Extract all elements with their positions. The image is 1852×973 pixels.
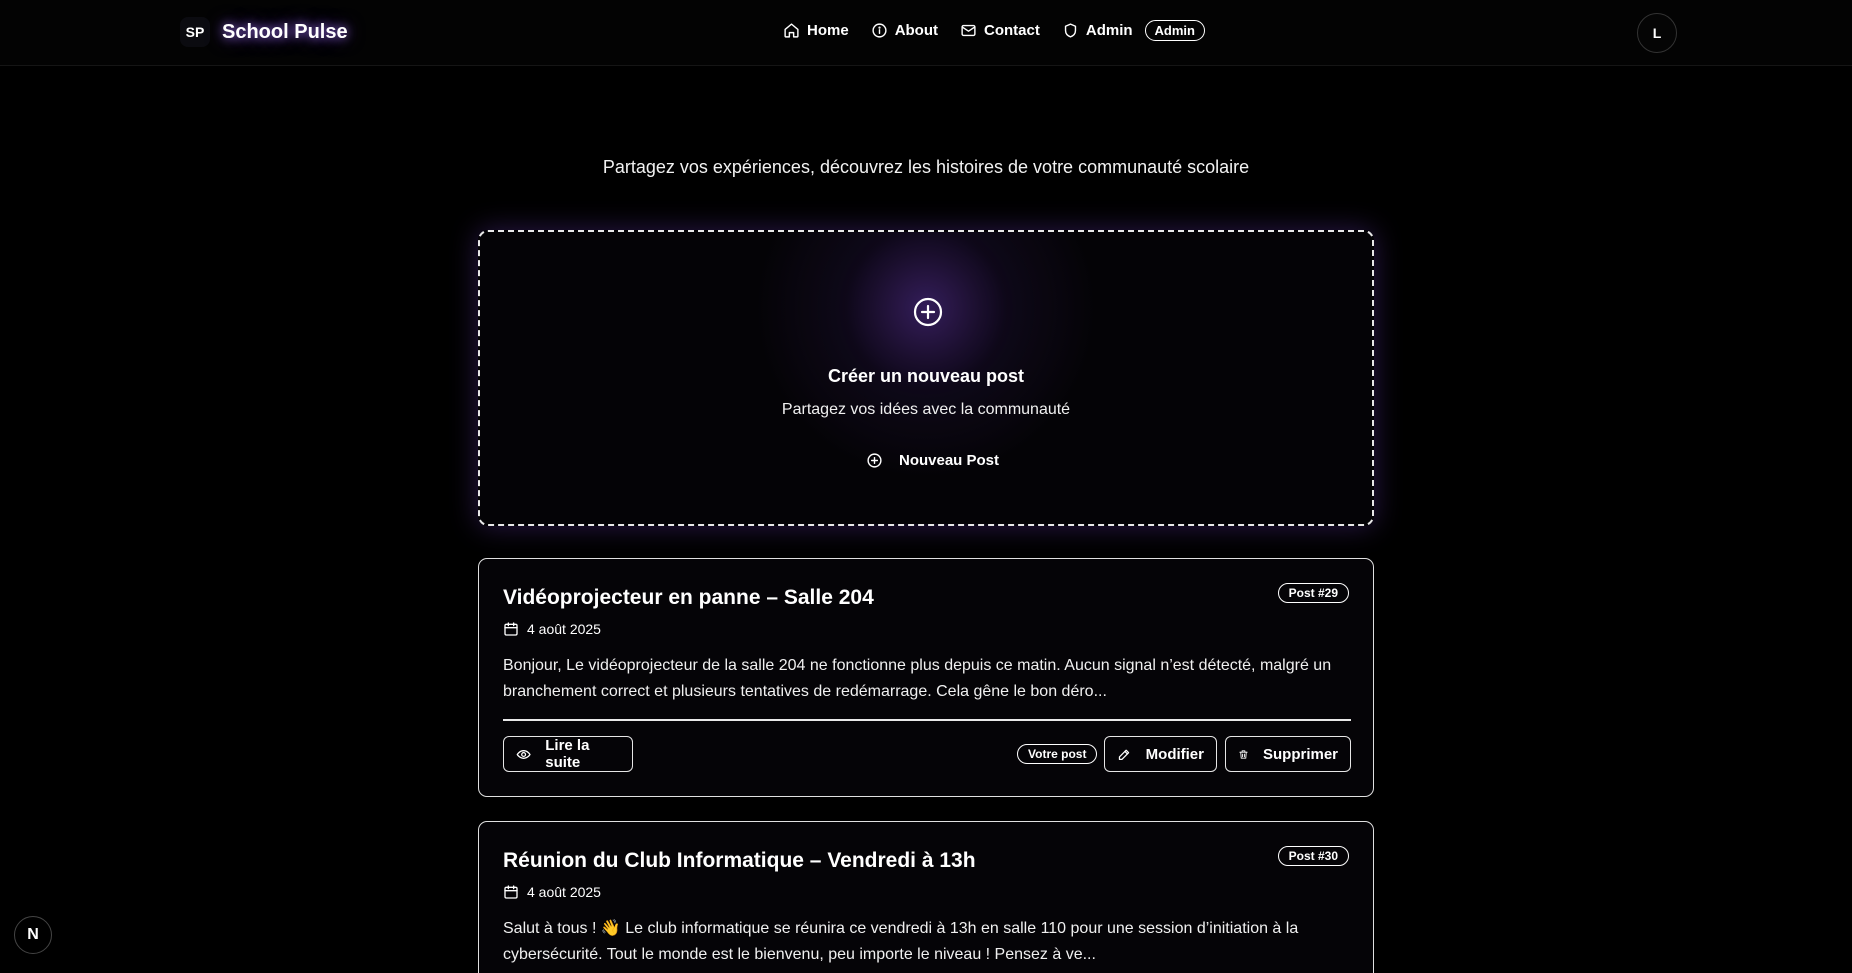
post-date: 4 août 2025: [503, 884, 601, 900]
read-more-label: Lire la suite: [545, 737, 590, 771]
post-card: Vidéoprojecteur en panne – Salle 204 Pos…: [478, 558, 1374, 797]
user-avatar[interactable]: L: [1637, 13, 1677, 53]
post-id-badge: Post #30: [1277, 846, 1349, 866]
nav-home[interactable]: Home: [783, 22, 849, 39]
info-icon: [872, 23, 887, 38]
calendar-icon: [504, 622, 518, 636]
nav-contact[interactable]: Contact: [960, 22, 1040, 39]
main-nav: Home About Contact Admin Admin: [783, 20, 1205, 41]
create-post-subtitle: Partagez vos idées avec la communauté: [781, 401, 1071, 418]
post-date-text: 4 août 2025: [527, 621, 601, 637]
post-excerpt: Bonjour, Le vidéoprojecteur de la salle …: [503, 657, 1332, 700]
top-navigation-bar: SP School Pulse Home About Contact Admin…: [0, 0, 1852, 66]
admin-role-badge: Admin: [1144, 20, 1205, 41]
post-date-text: 4 août 2025: [527, 884, 601, 900]
post-excerpt: Salut à tous ! 👋 Le club informatique se…: [503, 920, 1299, 963]
shield-icon: [1064, 23, 1077, 38]
page-tagline: Partagez vos expériences, découvrez les …: [602, 157, 1250, 177]
new-post-label: Nouveau Post: [899, 451, 1000, 469]
create-post-card[interactable]: Créer un nouveau post Partagez vos idées…: [478, 230, 1374, 526]
dev-tools-indicator-icon[interactable]: N: [14, 916, 52, 954]
post-title: Vidéoprojecteur en panne – Salle 204: [503, 586, 874, 609]
mail-icon: [961, 24, 976, 37]
trash-icon: [1239, 749, 1248, 759]
delete-button[interactable]: Supprimer: [1225, 736, 1351, 772]
nav-admin[interactable]: Admin: [1062, 22, 1133, 39]
post-card: Réunion du Club Informatique – Vendredi …: [478, 821, 1374, 973]
edit-icon: [1118, 749, 1130, 760]
brand[interactable]: SP School Pulse: [180, 17, 348, 47]
calendar-icon: [504, 885, 518, 899]
nav-home-label: Home: [807, 22, 849, 39]
nav-admin-label: Admin: [1085, 22, 1133, 39]
post-date: 4 août 2025: [503, 621, 601, 637]
nav-about-label: About: [894, 22, 939, 39]
plus-circle-icon: [867, 452, 882, 468]
own-post-badge: Votre post: [1017, 744, 1098, 764]
plus-circle-icon: [913, 297, 943, 327]
delete-label: Supprimer: [1262, 745, 1338, 763]
eye-icon: [516, 749, 531, 759]
home-icon: [784, 23, 799, 38]
post-id-badge: Post #29: [1277, 583, 1349, 603]
edit-button[interactable]: Modifier: [1104, 736, 1217, 772]
post-title: Réunion du Club Informatique – Vendredi …: [503, 849, 976, 872]
app-name: School Pulse: [222, 20, 348, 43]
edit-label: Modifier: [1145, 745, 1204, 763]
nav-about[interactable]: About: [871, 22, 938, 39]
read-more-button[interactable]: Lire la suite: [503, 736, 633, 772]
create-post-title: Créer un nouveau post: [827, 366, 1025, 386]
logo-badge: SP: [180, 17, 210, 47]
nav-contact-label: Contact: [984, 22, 1040, 39]
new-post-button[interactable]: Nouveau Post: [866, 447, 999, 473]
divider: [503, 719, 1351, 721]
